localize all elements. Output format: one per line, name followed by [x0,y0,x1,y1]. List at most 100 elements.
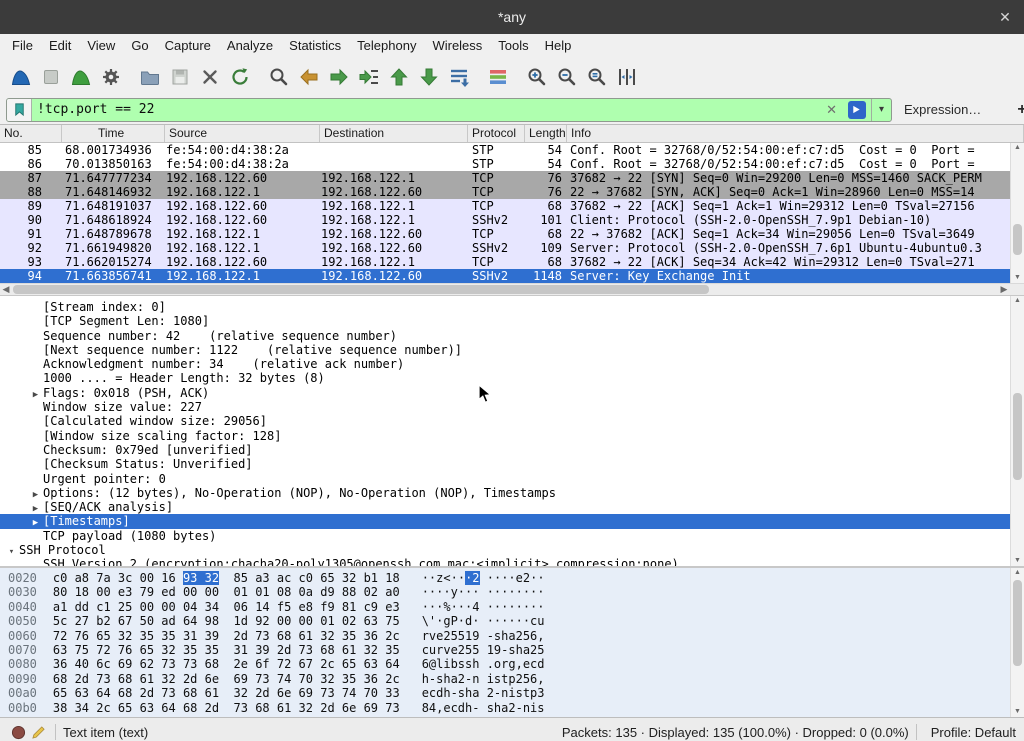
save-capture-file-button[interactable] [165,63,195,91]
zoom-out-button[interactable] [552,63,582,91]
hex-row-00b0[interactable]: 00b038 34 2c 65 63 64 68 2d 73 68 61 32 … [8,701,1024,715]
detail-line[interactable]: [Stream index: 0] [0,300,1024,314]
filter-dropdown-icon[interactable]: ▾ [871,99,891,121]
find-packet-button[interactable] [264,63,294,91]
hscrollbar-handle[interactable] [13,285,709,294]
expand-arrow-icon[interactable]: ▶ [28,504,43,514]
bytes-scrollbar[interactable]: ▲ ▼ [1010,568,1024,717]
stop-capture-button[interactable] [36,63,66,91]
expand-arrow-icon[interactable]: ▶ [28,490,43,500]
hex-row-0060[interactable]: 006072 76 65 32 35 35 31 39 2d 73 68 61 … [8,629,1024,643]
packet-row-85[interactable]: 8568.001734936fe:54:00:d4:38:2aSTP54Conf… [0,143,1024,157]
hex-row-0020[interactable]: 0020c0 a8 7a 3c 00 16 93 32 85 a3 ac c0 … [8,571,1024,585]
packet-row-92[interactable]: 9271.661949820192.168.122.1192.168.122.6… [0,241,1024,255]
expression-button[interactable]: Expression… [892,102,993,117]
column-header-length[interactable]: Length [525,125,567,142]
column-header-time[interactable]: Time [62,125,165,142]
packet-row-88[interactable]: 8871.648146932192.168.122.1192.168.122.6… [0,185,1024,199]
scroll-down-arrow-icon[interactable]: ▼ [1011,556,1024,566]
menu-view[interactable]: View [79,34,123,58]
filter-clear-icon[interactable]: ✕ [820,102,843,118]
scrollbar-handle[interactable] [1013,393,1022,479]
detail-line[interactable]: SSH Version 2 (encryption:chacha20-poly1… [0,557,1024,566]
hex-row-0050[interactable]: 00505c 27 b2 67 50 ad 64 98 1d 92 00 00 … [8,614,1024,628]
scrollbar-handle[interactable] [1013,580,1022,666]
menu-file[interactable]: File [4,34,41,58]
packet-row-90[interactable]: 9071.648618924192.168.122.60192.168.122.… [0,213,1024,227]
status-profile-button[interactable]: Profile: Default [924,725,1016,740]
packet-row-86[interactable]: 8670.013850163fe:54:00:d4:38:2aSTP54Conf… [0,157,1024,171]
detail-line[interactable]: [Next sequence number: 1122 (relative se… [0,343,1024,357]
detail-line[interactable]: Checksum: 0x79ed [unverified] [0,443,1024,457]
display-filter-input[interactable] [32,99,820,121]
menu-edit[interactable]: Edit [41,34,79,58]
column-header-destination[interactable]: Destination [320,125,468,142]
hex-row-0080[interactable]: 008036 40 6c 69 62 73 73 68 2e 6f 72 67 … [8,657,1024,671]
detail-line[interactable]: ▾SSH Protocol [0,543,1024,557]
detail-line[interactable]: ▶Options: (12 bytes), No-Operation (NOP)… [0,486,1024,500]
packet-list-hscrollbar[interactable]: ◀ ▶ [0,283,1024,295]
auto-scroll-button[interactable] [444,63,474,91]
detail-line[interactable]: Window size value: 227 [0,400,1024,414]
expand-arrow-icon[interactable]: ▶ [28,518,43,528]
filter-apply-icon[interactable] [848,101,866,119]
scroll-right-arrow-icon[interactable]: ▶ [998,284,1010,295]
packet-row-91[interactable]: 9171.648789678192.168.122.1192.168.122.6… [0,227,1024,241]
scroll-down-arrow-icon[interactable]: ▼ [1011,273,1024,283]
detail-line[interactable]: [Calculated window size: 29056] [0,414,1024,428]
detail-line[interactable]: Sequence number: 42 (relative sequence n… [0,329,1024,343]
packet-row-89[interactable]: 8971.648191037192.168.122.60192.168.122.… [0,199,1024,213]
menu-help[interactable]: Help [537,34,580,58]
column-header-protocol[interactable]: Protocol [468,125,525,142]
detail-line[interactable]: Urgent pointer: 0 [0,472,1024,486]
detail-line[interactable]: [TCP Segment Len: 1080] [0,314,1024,328]
detail-line[interactable]: ▶[SEQ/ACK analysis] [0,500,1024,514]
restart-capture-button[interactable] [66,63,96,91]
hex-row-00a0[interactable]: 00a065 63 64 68 2d 73 68 61 32 2d 6e 69 … [8,686,1024,700]
add-filter-button[interactable]: + [1009,101,1024,119]
detail-line[interactable]: [Checksum Status: Unverified] [0,457,1024,471]
start-capture-button[interactable] [6,63,36,91]
open-capture-file-button[interactable] [135,63,165,91]
menu-analyze[interactable]: Analyze [219,34,281,58]
menu-wireless[interactable]: Wireless [424,34,490,58]
hex-row-0090[interactable]: 009068 2d 73 68 61 32 2d 6e 69 73 74 70 … [8,672,1024,686]
menu-go[interactable]: Go [123,34,156,58]
packet-list-scrollbar[interactable]: ▲ ▼ [1010,143,1024,283]
go-forward-button[interactable] [324,63,354,91]
capture-comment-button[interactable] [28,722,48,741]
detail-line[interactable]: [Window size scaling factor: 128] [0,429,1024,443]
packet-row-94[interactable]: 9471.663856741192.168.122.1192.168.122.6… [0,269,1024,283]
details-scrollbar[interactable]: ▲ ▼ [1010,296,1024,566]
go-to-packet-button[interactable] [354,63,384,91]
go-last-packet-button[interactable] [414,63,444,91]
zoom-in-button[interactable] [522,63,552,91]
expert-info-button[interactable] [8,722,28,741]
menu-telephony[interactable]: Telephony [349,34,424,58]
column-header-source[interactable]: Source [165,125,320,142]
hex-row-0040[interactable]: 0040a1 dd c1 25 00 00 04 34 06 14 f5 e8 … [8,600,1024,614]
go-first-packet-button[interactable] [384,63,414,91]
scroll-up-arrow-icon[interactable]: ▲ [1011,296,1024,306]
close-window-icon[interactable]: ✕ [996,8,1014,26]
detail-line[interactable]: ▶[Timestamps] [0,514,1024,528]
menu-statistics[interactable]: Statistics [281,34,349,58]
packet-row-87[interactable]: 8771.647777234192.168.122.60192.168.122.… [0,171,1024,185]
reload-file-button[interactable] [225,63,255,91]
go-back-button[interactable] [294,63,324,91]
capture-options-button[interactable] [96,63,126,91]
filter-bookmark-icon[interactable] [7,99,32,121]
expand-arrow-icon[interactable]: ▶ [28,390,43,400]
scrollbar-handle[interactable] [1013,224,1022,255]
zoom-original-button[interactable] [582,63,612,91]
close-capture-file-button[interactable] [195,63,225,91]
scroll-up-arrow-icon[interactable]: ▲ [1011,568,1024,578]
menu-capture[interactable]: Capture [157,34,219,58]
scroll-left-arrow-icon[interactable]: ◀ [0,284,12,295]
column-header-no[interactable]: No. [0,125,62,142]
detail-line[interactable]: 1000 .... = Header Length: 32 bytes (8) [0,371,1024,385]
detail-line[interactable]: TCP payload (1080 bytes) [0,529,1024,543]
colorize-packets-button[interactable] [483,63,513,91]
scroll-down-arrow-icon[interactable]: ▼ [1011,707,1024,717]
hex-row-0030[interactable]: 003080 18 00 e3 79 ed 00 00 01 01 08 0a … [8,585,1024,599]
